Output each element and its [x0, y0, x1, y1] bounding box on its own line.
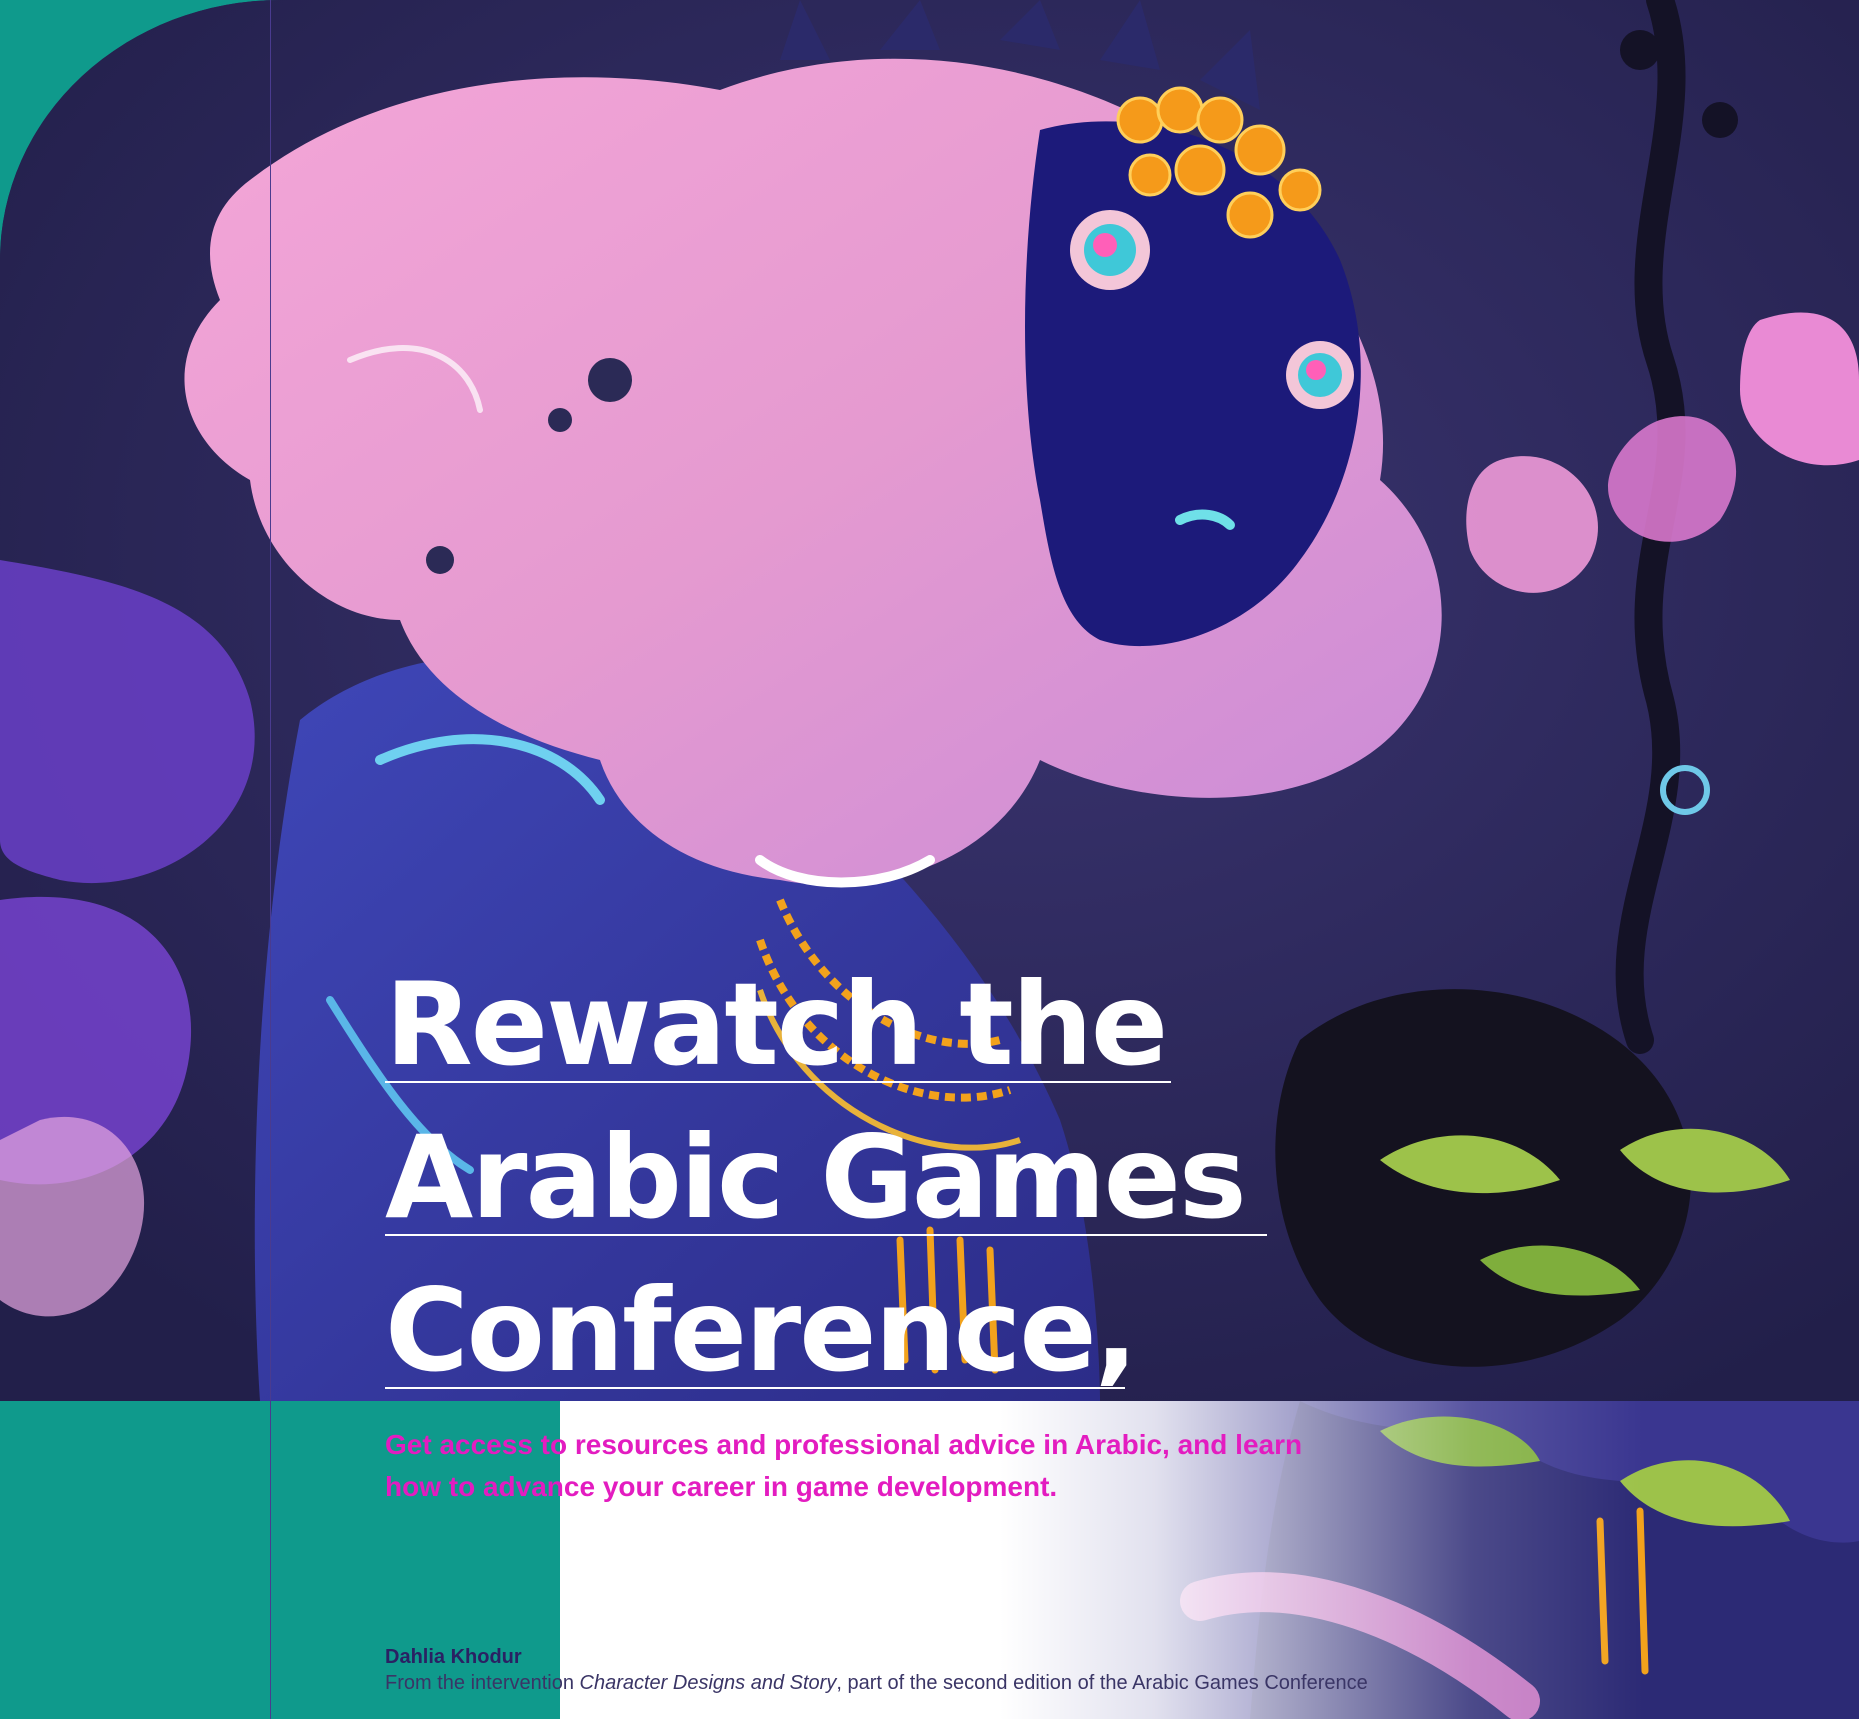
article-subtitle: Get access to resources and professional…: [385, 1429, 1303, 1502]
title-line-1: Rewatch the: [385, 958, 1168, 1091]
caption-work-title: Character Designs and Story: [579, 1672, 837, 1694]
article-title: Rewatch the Arabic Games Conference,: [385, 948, 1285, 1407]
image-caption: From the intervention Character Designs …: [385, 1672, 1368, 1695]
title-underline-3: [385, 1387, 1125, 1389]
title-underline-1: [385, 1081, 1171, 1083]
margin-rule: [270, 0, 271, 1719]
title-line-3: Conference,: [385, 1264, 1138, 1397]
caption-suffix: , part of the second edition of the Arab…: [836, 1672, 1368, 1694]
title-underline-2: [385, 1234, 1267, 1236]
author-name: Dahlia Khodur: [385, 1646, 522, 1668]
title-line-2: Arabic Games: [385, 1111, 1247, 1244]
caption-prefix: From the intervention: [385, 1672, 580, 1694]
